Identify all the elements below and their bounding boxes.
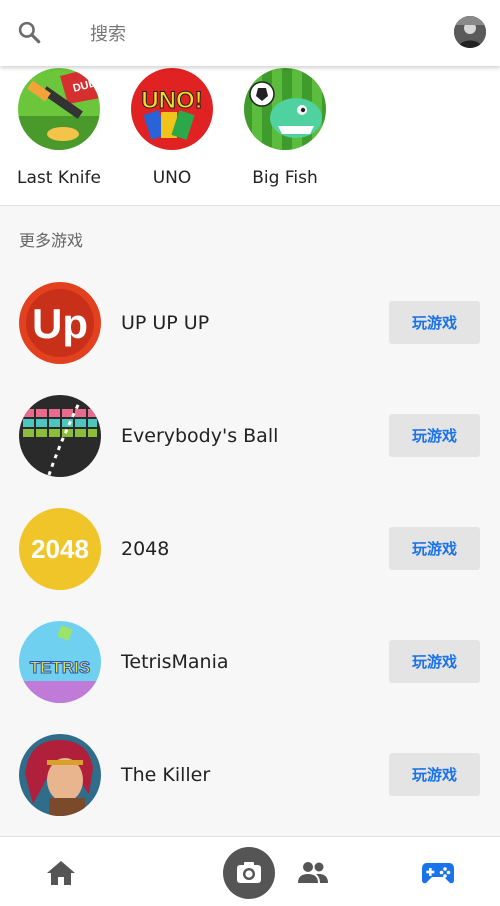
recent-game-name: Last Knife [17, 168, 101, 188]
recent-game-name: Big Fish [252, 168, 318, 188]
game-title: Everybody's Ball [121, 425, 279, 447]
top-bar: 搜索 [0, 0, 500, 66]
camera-button[interactable] [223, 847, 275, 899]
up-logo-text: Up [32, 300, 88, 347]
uno-logo-text: UNO! [141, 87, 202, 114]
uno-thumbnail: UNO! [131, 68, 213, 150]
up-up-up-thumbnail: Up [19, 282, 101, 364]
game-list: Up UP UP UP 玩游戏 Everybody's Ball 玩游戏 204… [0, 265, 500, 830]
search-input[interactable]: 搜索 [90, 20, 126, 46]
2048-logo-text: 2048 [31, 534, 89, 564]
everybodys-ball-thumbnail [19, 395, 101, 477]
tetris-logo-text: TETRIS [30, 658, 90, 677]
tetrismania-thumbnail: TETRIS [19, 621, 101, 703]
list-item[interactable]: TETRIS TetrisMania 玩游戏 [0, 604, 500, 717]
play-button[interactable]: 玩游戏 [389, 753, 480, 796]
avatar[interactable] [454, 16, 486, 48]
friends-icon[interactable] [297, 860, 329, 884]
bottom-nav [0, 836, 500, 906]
play-button[interactable]: 玩游戏 [389, 301, 480, 344]
camera-icon [237, 862, 261, 883]
list-item[interactable]: 2048 2048 玩游戏 [0, 491, 500, 604]
recent-game-last-knife[interactable]: DUEL Last Knife [4, 68, 114, 188]
play-button[interactable]: 玩游戏 [389, 414, 480, 457]
list-item[interactable]: The Killer 玩游戏 [0, 717, 500, 830]
play-button[interactable]: 玩游戏 [389, 640, 480, 683]
game-title: The Killer [121, 764, 211, 786]
recent-game-name: UNO [152, 168, 192, 188]
section-title: 更多游戏 [19, 231, 84, 250]
recent-game-big-fish[interactable]: Big Fish [230, 68, 340, 188]
recent-game-uno[interactable]: UNO! UNO [117, 68, 227, 188]
big-fish-thumbnail [244, 68, 326, 150]
game-title: UP UP UP [121, 312, 210, 334]
play-button[interactable]: 玩游戏 [389, 527, 480, 570]
game-title: 2048 [121, 538, 170, 560]
games-icon[interactable] [421, 858, 455, 886]
the-killer-thumbnail [19, 734, 101, 816]
last-knife-thumbnail: DUEL [18, 68, 100, 150]
list-item[interactable]: Everybody's Ball 玩游戏 [0, 378, 500, 491]
game-title: TetrisMania [121, 651, 229, 673]
2048-thumbnail: 2048 [19, 508, 101, 590]
search-icon[interactable] [16, 19, 42, 45]
list-item[interactable]: Up UP UP UP 玩游戏 [0, 265, 500, 378]
recent-games: DUEL Last Knife UNO! UNO Big Fish [0, 66, 500, 206]
home-icon[interactable] [46, 860, 76, 886]
